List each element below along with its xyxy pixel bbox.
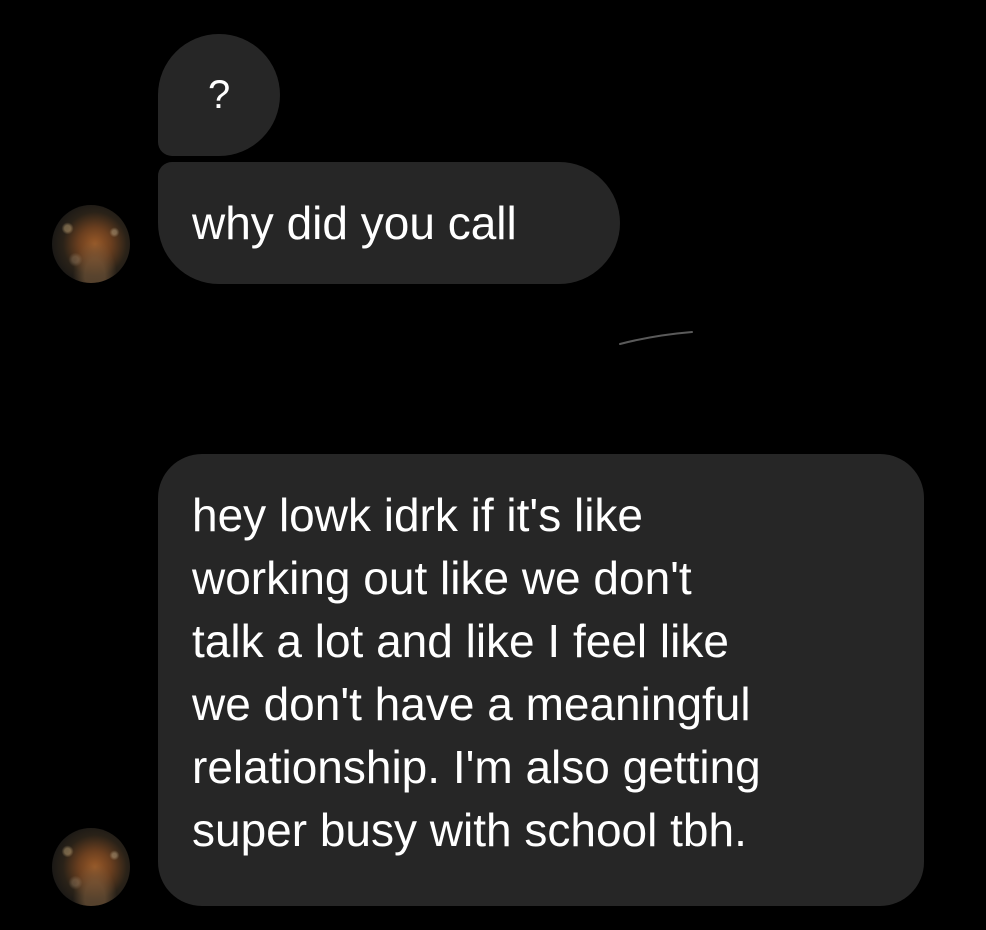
received-message-bubble[interactable]: hey lowk idrk if it's like working out l… [158,454,924,906]
message-thread: ? why did you call hey lowk idrk if it's… [0,0,986,930]
avatar-image [52,205,130,283]
divider [619,331,693,345]
avatar-image [52,828,130,906]
avatar[interactable] [52,828,130,906]
avatar[interactable] [52,205,130,283]
received-message-bubble[interactable]: why did you call [158,162,620,284]
received-message-bubble[interactable]: ? [158,34,280,156]
message-text: why did you call [192,197,517,249]
message-text: hey lowk idrk if it's like working out l… [192,489,761,856]
message-text: ? [208,73,231,117]
